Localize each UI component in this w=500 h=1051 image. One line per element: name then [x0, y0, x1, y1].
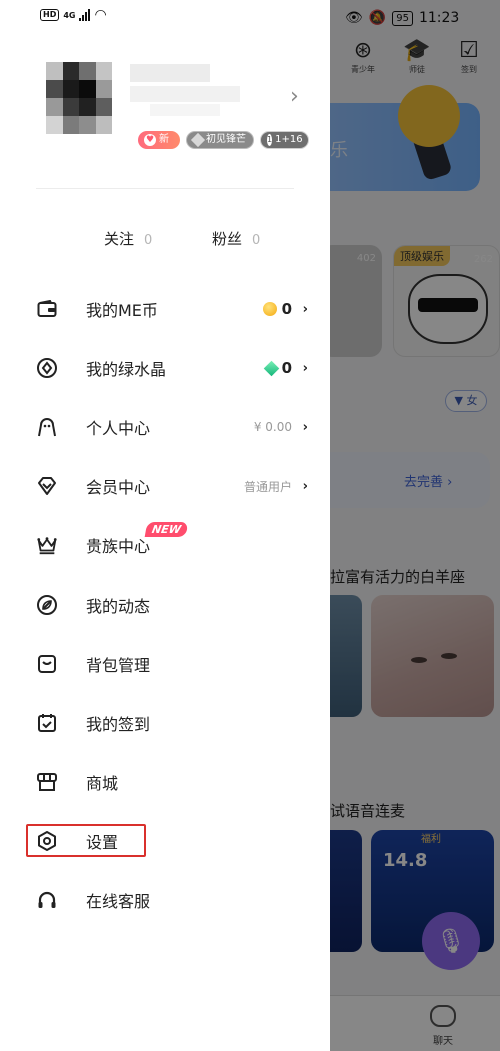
hd-indicator: HD	[40, 9, 60, 21]
menu-me-coin[interactable]: 我的ME币 0 ›	[0, 286, 330, 332]
profile-chevron-icon[interactable]: ›	[290, 86, 299, 108]
badge-level-label: 1+16	[275, 134, 303, 145]
green-crystal-balance: 0	[263, 359, 292, 377]
level-icon: 1	[267, 134, 273, 146]
signal-icon	[79, 9, 91, 21]
me-coin-value: 0	[281, 300, 292, 318]
menu-vip-center[interactable]: 会员中心 普通用户 ›	[0, 463, 330, 509]
menu-personal-center-label: 个人中心	[86, 419, 151, 438]
menu-mall-label: 商城	[86, 774, 119, 793]
chevron-right-icon: ›	[302, 301, 308, 317]
menu-green-crystal-label: 我的绿水晶	[86, 360, 167, 379]
avatar[interactable]	[46, 62, 112, 134]
me-coin-balance: 0	[262, 300, 292, 318]
bag-icon	[36, 653, 58, 675]
green-crystal-value: 0	[281, 359, 292, 377]
network-type: 4G	[63, 10, 76, 20]
username-blurred[interactable]	[130, 64, 240, 116]
chevron-right-icon: ›	[302, 419, 308, 435]
headset-icon	[36, 889, 58, 911]
ghost-icon	[36, 416, 58, 438]
menu-personal-center[interactable]: 个人中心 ¥ 0.00 ›	[0, 404, 330, 450]
wifi-icon: ◠	[94, 7, 107, 23]
menu-support-label: 在线客服	[86, 892, 151, 911]
menu-mall[interactable]: 商城	[0, 759, 330, 805]
new-tag: NEW	[144, 522, 189, 537]
menu-me-coin-label: 我的ME币	[86, 301, 158, 320]
fans-label: 粉丝	[212, 230, 243, 248]
menu-my-posts-label: 我的动态	[86, 597, 151, 616]
side-drawer: HD 4G ◠ › ♥ 新 初见锋芒 1 1+16 关注 0 粉丝 0 我的ME…	[0, 0, 330, 1051]
chevron-right-icon: ›	[302, 478, 308, 494]
heart-icon: ♥	[144, 134, 156, 146]
status-bar-left: HD 4G ◠	[40, 8, 107, 22]
calendar-check-icon	[36, 712, 58, 734]
badge-new: ♥ 新	[138, 131, 180, 149]
menu-green-crystal[interactable]: 我的绿水晶 0 ›	[0, 345, 330, 391]
following-stat[interactable]: 关注 0	[104, 228, 152, 249]
wallet-icon	[36, 298, 58, 320]
badge-rank: 初见锋芒	[186, 131, 254, 149]
drawer-scrim[interactable]	[330, 0, 500, 1051]
coin-icon	[262, 302, 277, 316]
following-label: 关注	[104, 230, 135, 248]
chevron-right-icon: ›	[302, 360, 308, 376]
menu-support[interactable]: 在线客服	[0, 877, 330, 923]
crystal-circle-icon	[36, 357, 58, 379]
menu-my-posts[interactable]: 我的动态	[0, 582, 330, 628]
store-icon	[36, 771, 58, 793]
green-crystal-icon	[263, 360, 279, 376]
personal-center-value: ¥ 0.00	[253, 420, 292, 434]
vip-center-value: 普通用户	[243, 479, 292, 494]
fans-count: 0	[252, 233, 261, 248]
menu-noble-center[interactable]: 贵族中心 NEW	[0, 522, 330, 568]
badge-level: 1 1+16	[260, 131, 309, 149]
diamond-icon	[36, 475, 58, 497]
gem-icon	[190, 132, 206, 148]
following-count: 0	[144, 233, 153, 248]
badge-new-label: 新	[159, 134, 169, 145]
settings-highlight-box	[26, 824, 146, 857]
fans-stat[interactable]: 粉丝 0	[212, 228, 260, 249]
crown-icon	[36, 534, 58, 556]
profile-divider	[36, 188, 294, 189]
menu-vip-center-label: 会员中心	[86, 478, 151, 497]
menu-backpack[interactable]: 背包管理	[0, 641, 330, 687]
menu-backpack-label: 背包管理	[86, 656, 151, 675]
badge-rank-label: 初见锋芒	[206, 134, 246, 145]
menu-checkin[interactable]: 我的签到	[0, 700, 330, 746]
menu-noble-center-label: 贵族中心	[86, 537, 151, 556]
menu-checkin-label: 我的签到	[86, 715, 151, 734]
leaf-icon	[36, 594, 58, 616]
